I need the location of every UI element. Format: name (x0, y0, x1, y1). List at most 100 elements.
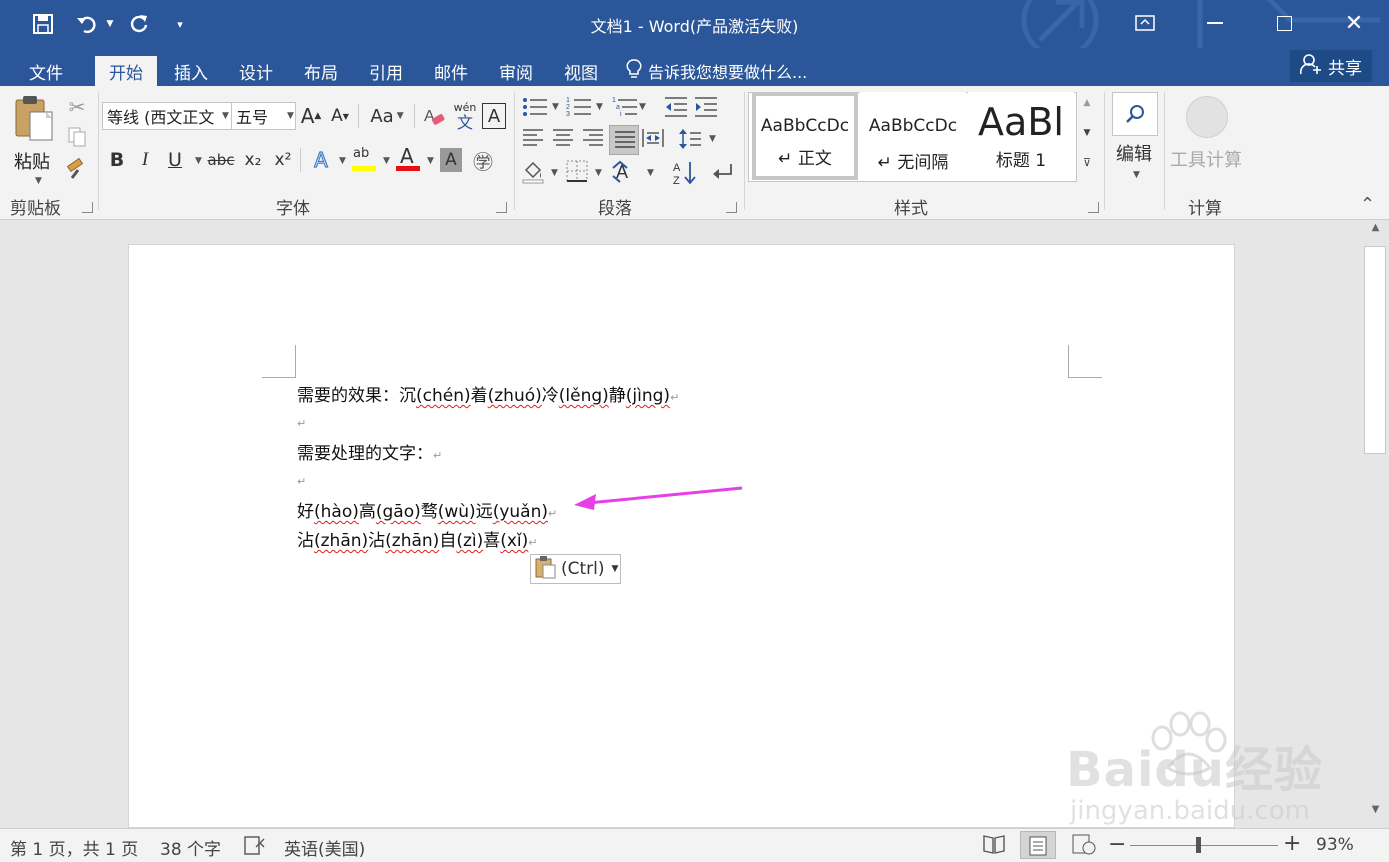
style-normal[interactable]: AaBbCcDc ↵ 正文 (752, 92, 858, 180)
decrease-indent-icon[interactable] (664, 96, 690, 122)
scroll-up-icon[interactable]: ▲ (1362, 222, 1389, 244)
paste-button[interactable]: 粘贴 ▼ (10, 94, 60, 190)
chinese-layout-icon[interactable]: A (612, 160, 642, 186)
scroll-down-icon[interactable]: ▼ (1362, 804, 1389, 826)
styles-more-icon[interactable]: ⊽ (1077, 156, 1097, 169)
proofing-icon[interactable] (244, 835, 266, 862)
clear-formatting-icon[interactable]: A (420, 102, 448, 130)
share-button[interactable]: 共享 (1290, 50, 1372, 82)
strikethrough-button[interactable]: abc (206, 146, 236, 174)
language-status[interactable]: 英语(美国) (284, 835, 365, 860)
doc-line-6[interactable]: 沾(zhān)沾(zhān)自(zì)喜(xǐ)↵ (297, 526, 538, 551)
character-border-icon[interactable]: A (482, 103, 506, 129)
word-count[interactable]: 38 个字 (160, 835, 221, 860)
bullets-dropdown-icon[interactable]: ▼ (552, 102, 559, 112)
editing-button[interactable]: 编辑 ▼ (1110, 90, 1160, 188)
zoom-slider-thumb[interactable] (1196, 837, 1201, 853)
tab-review[interactable]: 审阅 (485, 56, 547, 86)
tell-me-box[interactable]: 告诉我您想要做什么... (626, 56, 807, 86)
style-name: 标题 1 (995, 151, 1047, 171)
tab-layout[interactable]: 布局 (290, 56, 352, 86)
doc-line-1[interactable]: 需要的效果：沉(chén)着(zhuó)冷(lěng)静(jìng)↵ (297, 381, 679, 406)
numbering-dropdown-icon[interactable]: ▼ (596, 102, 603, 112)
minimize-icon[interactable] (1186, 0, 1244, 46)
tab-home[interactable]: 开始 (95, 56, 157, 86)
scroll-thumb[interactable] (1364, 246, 1386, 454)
zoom-slider-track[interactable] (1130, 845, 1278, 846)
underline-button[interactable]: U (164, 146, 186, 174)
copy-icon[interactable] (64, 124, 90, 150)
borders-dropdown-icon[interactable]: ▼ (595, 168, 602, 178)
grow-font-icon[interactable]: A ▲ (299, 102, 323, 130)
font-color-button[interactable]: A (394, 144, 422, 174)
text-effects-button[interactable]: A (308, 146, 334, 174)
distributed-icon[interactable] (642, 128, 666, 152)
highlight-dropdown-icon[interactable]: ▼ (383, 156, 390, 166)
line-spacing-dropdown-icon[interactable]: ▼ (709, 134, 716, 144)
zoom-in-button[interactable]: + (1283, 831, 1301, 856)
justify-icon[interactable] (609, 125, 639, 155)
borders-icon[interactable] (566, 160, 590, 186)
line-spacing-icon[interactable] (678, 128, 704, 152)
tab-file[interactable]: 文件 (14, 56, 78, 86)
doc-line-3[interactable]: 需要处理的文字：↵ (297, 439, 442, 464)
multilevel-dropdown-icon[interactable]: ▼ (639, 102, 646, 112)
collapse-ribbon-icon[interactable]: ⌃ (1360, 194, 1375, 215)
superscript-button[interactable]: x² (270, 146, 296, 174)
align-right-icon[interactable] (582, 128, 606, 152)
enclose-characters-button[interactable]: ㊫ (470, 146, 496, 174)
close-icon[interactable]: ✕ (1325, 0, 1383, 46)
align-center-icon[interactable] (552, 128, 576, 152)
shading-icon[interactable] (522, 160, 546, 186)
styles-launcher-icon[interactable] (1088, 202, 1099, 213)
maximize-icon[interactable] (1255, 0, 1313, 46)
web-layout-icon[interactable] (1072, 833, 1098, 857)
align-left-icon[interactable] (522, 128, 546, 152)
highlight-button[interactable]: ab (350, 146, 378, 174)
increase-indent-icon[interactable] (694, 96, 720, 122)
italic-button[interactable]: I (134, 146, 156, 174)
font-launcher-icon[interactable] (496, 202, 507, 213)
tab-mailings[interactable]: 邮件 (420, 56, 482, 86)
format-painter-icon[interactable] (64, 156, 90, 182)
font-color-dropdown-icon[interactable]: ▼ (427, 156, 434, 166)
paragraph-launcher-icon[interactable] (726, 202, 737, 213)
doc-line-5[interactable]: 好(hào)高(gāo)骛(wù)远(yuǎn)↵ (297, 497, 557, 522)
doc-line-2[interactable]: ↵ (297, 412, 306, 432)
doc-line-4[interactable]: ↵ (297, 470, 306, 490)
read-mode-icon[interactable] (982, 833, 1008, 857)
chinese-layout-dropdown-icon[interactable]: ▼ (647, 168, 654, 178)
shrink-font-icon[interactable]: A ▼ (328, 102, 352, 130)
font-size-select[interactable]: 五号 ▼ (231, 102, 296, 130)
character-shading-button[interactable]: A (440, 148, 462, 172)
underline-dropdown-icon[interactable]: ▼ (195, 156, 202, 166)
shading-dropdown-icon[interactable]: ▼ (551, 168, 558, 178)
sort-icon[interactable]: AZ (672, 160, 698, 187)
ribbon-display-options-icon[interactable] (1116, 0, 1174, 46)
styles-up-icon[interactable]: ▲ (1077, 98, 1097, 108)
tab-design[interactable]: 设计 (225, 56, 287, 86)
cut-icon[interactable]: ✂ (64, 94, 90, 120)
print-layout-icon[interactable] (1020, 831, 1056, 859)
tab-references[interactable]: 引用 (355, 56, 417, 86)
show-formatting-marks-icon[interactable] (710, 160, 736, 186)
page-count[interactable]: 第 1 页，共 1 页 (10, 835, 138, 860)
vertical-scrollbar[interactable]: ▲ ▼ (1362, 220, 1389, 828)
paste-options-button[interactable]: (Ctrl) ▼ (530, 554, 621, 584)
paragraph-mark: ↵ (528, 536, 538, 549)
styles-down-icon[interactable]: ▼ (1077, 128, 1097, 138)
subscript-button[interactable]: x₂ (240, 146, 266, 174)
phonetic-guide-icon[interactable]: wén 文 (452, 102, 478, 132)
zoom-level[interactable]: 93% (1316, 835, 1354, 855)
tab-view[interactable]: 视图 (550, 56, 612, 86)
style-heading-1[interactable]: AaBl 标题 1 (968, 92, 1074, 180)
bold-button[interactable]: B (106, 146, 128, 174)
text-effects-dropdown-icon[interactable]: ▼ (339, 156, 346, 166)
font-name-select[interactable]: 等线 (西文正文 ▼ (102, 102, 232, 130)
style-no-spacing[interactable]: AaBbCcDc ↵ 无间隔 (860, 92, 966, 180)
change-case-button[interactable]: Aa ▼ (366, 102, 408, 130)
tab-insert[interactable]: 插入 (160, 56, 222, 86)
zoom-out-button[interactable]: − (1108, 832, 1126, 857)
calc-tool-button[interactable]: 工具计算 (1168, 92, 1248, 176)
clipboard-launcher-icon[interactable] (82, 202, 93, 213)
